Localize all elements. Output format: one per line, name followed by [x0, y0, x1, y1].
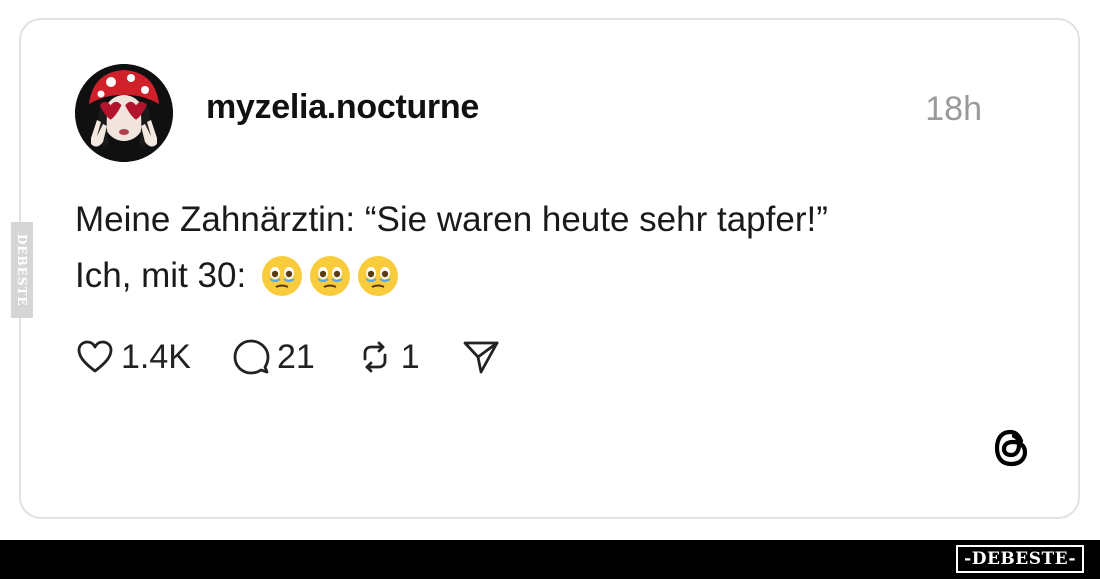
- like-button[interactable]: 1.4K: [75, 337, 191, 377]
- reply-button[interactable]: 21: [231, 337, 315, 377]
- post-text-line: Ich, mit 30:: [75, 248, 828, 304]
- share-button[interactable]: [460, 336, 502, 378]
- footer-watermark: -DEBESTE-: [956, 545, 1084, 573]
- heart-icon: [77, 340, 113, 373]
- comment-icon: [233, 339, 270, 375]
- avatar[interactable]: [75, 64, 173, 162]
- emoji-group: [260, 254, 400, 298]
- repost-button[interactable]: 1: [355, 337, 420, 377]
- send-icon: [463, 341, 499, 374]
- repost-count: 1: [400, 337, 420, 376]
- post-timestamp: 18h: [925, 90, 982, 128]
- side-watermark: DEBESTE: [11, 222, 33, 318]
- threads-logo-icon[interactable]: [988, 424, 1036, 472]
- holding-back-tears-emoji: [358, 256, 399, 296]
- post-actions: 1.4K 21 1: [75, 334, 542, 380]
- post-text-line: Meine Zahnärztin: “Sie waren heute sehr …: [75, 200, 828, 239]
- username[interactable]: myzelia.nocturne: [206, 88, 479, 127]
- repost-icon: [363, 341, 387, 373]
- post-body: Meine Zahnärztin: “Sie waren heute sehr …: [75, 192, 828, 304]
- like-count: 1.4K: [121, 337, 191, 376]
- footer-bar: -DEBESTE-: [0, 540, 1100, 579]
- holding-back-tears-emoji: [310, 256, 351, 296]
- holding-back-tears-emoji: [262, 256, 303, 296]
- reply-count: 21: [276, 337, 315, 376]
- post-text-fragment: Ich, mit 30:: [75, 256, 247, 295]
